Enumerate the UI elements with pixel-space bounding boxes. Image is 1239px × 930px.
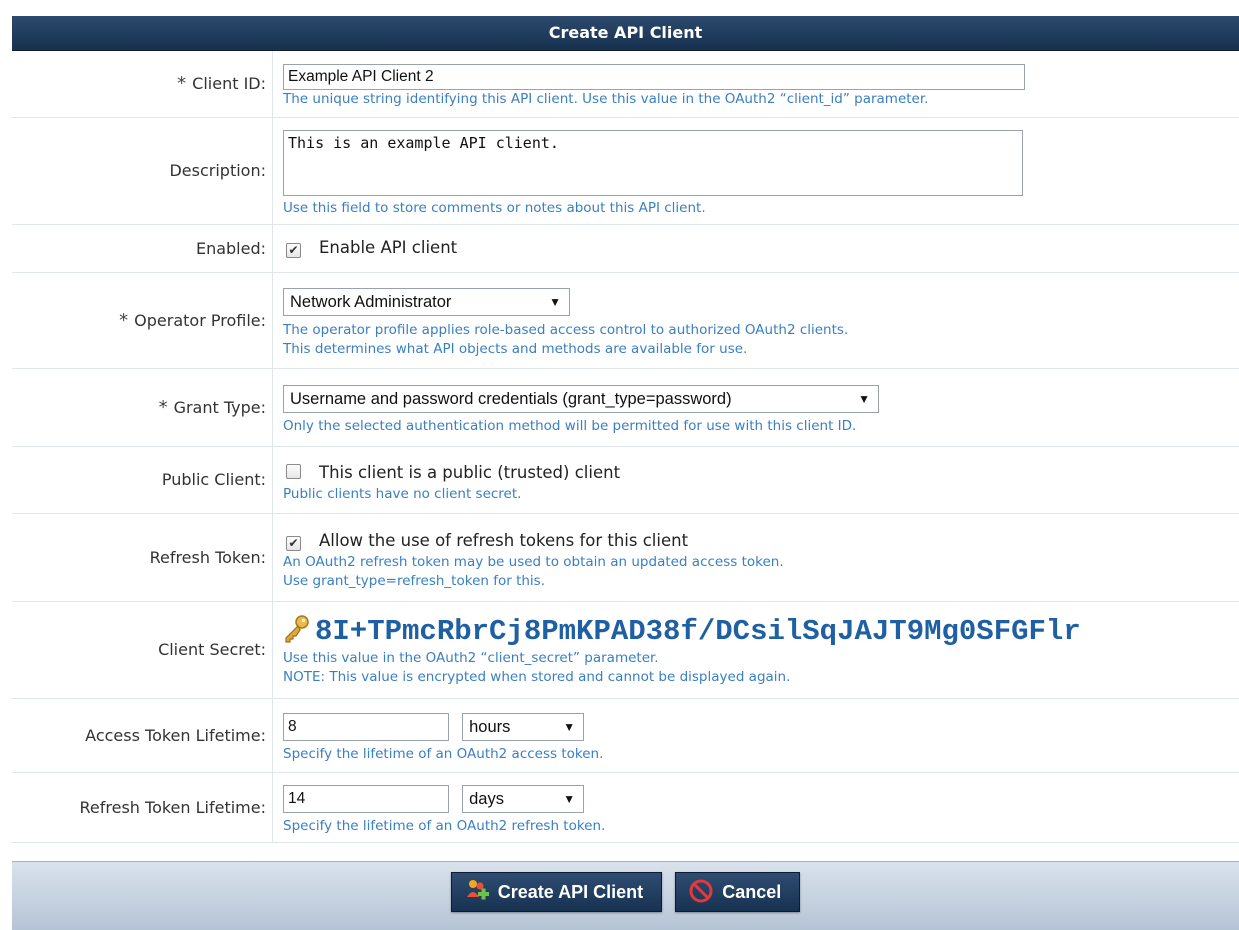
enabled-label: Enabled: — [12, 224, 273, 272]
dropdown-caret-icon: ▼ — [549, 290, 561, 314]
row-description: Description: This is an example API clie… — [12, 117, 1239, 224]
client-secret-field-cell: 8I+TPmcRbrCj8PmKPAD38f/DCsilSqJAJT9Mg0SF… — [273, 601, 1239, 698]
refresh-token-field-cell: ✔ Allow the use of refresh tokens for thi… — [273, 513, 1239, 601]
refresh-token-lifetime-label: Refresh Token Lifetime: — [12, 772, 273, 842]
row-client-id: * Client ID: The unique string identifyin… — [12, 51, 1239, 117]
create-button-label: Create API Client — [498, 882, 643, 902]
refresh-token-label: Refresh Token: — [12, 513, 273, 601]
description-field-cell: This is an example API client. Use this … — [273, 117, 1239, 224]
cancel-icon — [688, 878, 714, 904]
refresh-token-hint-2: Use grant_type=refresh_token for this. — [283, 572, 1239, 591]
refresh-token-lifetime-hint: Specify the lifetime of an OAuth2 refres… — [283, 817, 1239, 836]
public-client-hint: Public clients have no client secret. — [283, 485, 1239, 504]
create-api-client-panel: Create API Client * Client ID: The unique… — [12, 16, 1239, 929]
enabled-check-line: ✔ Enable API client — [283, 236, 1239, 260]
client-id-label: Client ID: — [192, 74, 266, 93]
client-secret-hint-1: Use this value in the OAuth2 “client_sec… — [283, 649, 1239, 668]
grant-type-label: Grant Type: — [174, 398, 266, 417]
dropdown-caret-icon: ▼ — [563, 787, 575, 811]
row-client-secret: Client Secret: 8I+TPmcRbrCj8PmKPAD38f/DC… — [12, 601, 1239, 698]
required-mark: * — [119, 310, 128, 331]
operator-profile-hint-2: This determines what API objects and met… — [283, 340, 1239, 359]
enabled-checkbox[interactable]: ✔ — [286, 243, 301, 258]
refresh-token-check-label: Allow the use of refresh tokens for this… — [319, 531, 688, 550]
row-refresh-token-lifetime: Refresh Token Lifetime: days ▼ Specify t… — [12, 772, 1239, 842]
public-client-checkbox[interactable] — [286, 464, 301, 479]
create-api-client-button[interactable]: Create API Client — [451, 872, 662, 912]
refresh-token-checkbox[interactable]: ✔ — [286, 536, 301, 551]
cancel-button-label: Cancel — [722, 882, 781, 902]
form-table: * Client ID: The unique string identifyin… — [12, 51, 1239, 843]
refresh-token-lifetime-field-cell: days ▼ Specify the lifetime of an OAuth2… — [273, 772, 1239, 842]
enabled-check-label: Enable API client — [319, 238, 457, 257]
client-id-label-cell: * Client ID: — [12, 51, 273, 117]
description-textarea[interactable]: This is an example API client. — [283, 130, 1023, 196]
access-token-unit-select[interactable]: hours ▼ — [462, 713, 584, 741]
client-secret-line: 8I+TPmcRbrCj8PmKPAD38f/DCsilSqJAJT9Mg0SF… — [283, 615, 1239, 649]
add-client-icon — [464, 878, 490, 904]
row-enabled: Enabled: ✔ Enable API client — [12, 224, 1239, 272]
grant-type-label-cell: * Grant Type: — [12, 368, 273, 446]
public-client-field-cell: This client is a public (trusted) client… — [273, 446, 1239, 513]
description-label: Description: — [12, 117, 273, 224]
grant-type-select[interactable]: Username and password credentials (grant… — [283, 385, 879, 413]
client-secret-label: Client Secret: — [12, 601, 273, 698]
operator-profile-label: Operator Profile: — [134, 311, 266, 330]
refresh-token-hint-1: An OAuth2 refresh token may be used to o… — [283, 553, 1239, 572]
row-public-client: Public Client: This client is a public (… — [12, 446, 1239, 513]
grant-type-selected: Username and password credentials (grant… — [290, 390, 732, 408]
operator-profile-select[interactable]: Network Administrator ▼ — [283, 288, 570, 316]
public-client-check-line: This client is a public (trusted) client — [283, 461, 1239, 485]
public-client-label: Public Client: — [12, 446, 273, 513]
refresh-token-unit-selected: days — [469, 790, 504, 808]
client-id-input[interactable] — [283, 64, 1025, 90]
operator-profile-hint-1: The operator profile applies role-based … — [283, 321, 1239, 340]
client-id-field-cell: The unique string identifying this API c… — [273, 51, 1239, 117]
required-mark: * — [177, 73, 186, 94]
operator-profile-label-cell: * Operator Profile: — [12, 272, 273, 368]
refresh-token-unit-select[interactable]: days ▼ — [462, 785, 584, 813]
grant-type-field-cell: Username and password credentials (grant… — [273, 368, 1239, 446]
client-id-hint: The unique string identifying this API c… — [283, 90, 1239, 109]
client-secret-hint-2: NOTE: This value is encrypted when store… — [283, 668, 1239, 687]
form-title: Create API Client — [12, 16, 1239, 51]
row-operator-profile: * Operator Profile: Network Administrator… — [12, 272, 1239, 368]
operator-profile-field-cell: Network Administrator ▼ The operator pro… — [273, 272, 1239, 368]
grant-type-hint: Only the selected authentication method … — [283, 417, 1239, 436]
row-grant-type: * Grant Type: Username and password crede… — [12, 368, 1239, 446]
description-hint: Use this field to store comments or note… — [283, 199, 1239, 218]
access-token-lifetime-hint: Specify the lifetime of an OAuth2 access… — [283, 745, 1239, 764]
key-icon — [283, 615, 309, 643]
public-client-check-label: This client is a public (trusted) client — [319, 463, 620, 482]
operator-profile-selected: Network Administrator — [290, 293, 451, 311]
cancel-button[interactable]: Cancel — [675, 872, 800, 912]
access-token-lifetime-label: Access Token Lifetime: — [12, 698, 273, 772]
client-secret-value: 8I+TPmcRbrCj8PmKPAD38f/DCsilSqJAJT9Mg0SF… — [315, 615, 1081, 648]
access-token-lifetime-field-cell: hours ▼ Specify the lifetime of an OAuth… — [273, 698, 1239, 772]
refresh-token-check-line: ✔ Allow the use of refresh tokens for thi… — [283, 529, 1239, 553]
dropdown-caret-icon: ▼ — [858, 387, 870, 411]
required-mark: * — [159, 397, 168, 418]
refresh-token-lifetime-input[interactable] — [283, 785, 449, 813]
row-refresh-token: Refresh Token: ✔ Allow the use of refresh… — [12, 513, 1239, 601]
row-access-token-lifetime: Access Token Lifetime: hours ▼ Specify t… — [12, 698, 1239, 772]
enabled-field-cell: ✔ Enable API client — [273, 224, 1239, 272]
access-token-lifetime-input[interactable] — [283, 713, 449, 741]
access-token-unit-selected: hours — [469, 718, 510, 736]
dropdown-caret-icon: ▼ — [563, 715, 575, 739]
form-footer: Create API Client Cancel — [12, 861, 1239, 930]
